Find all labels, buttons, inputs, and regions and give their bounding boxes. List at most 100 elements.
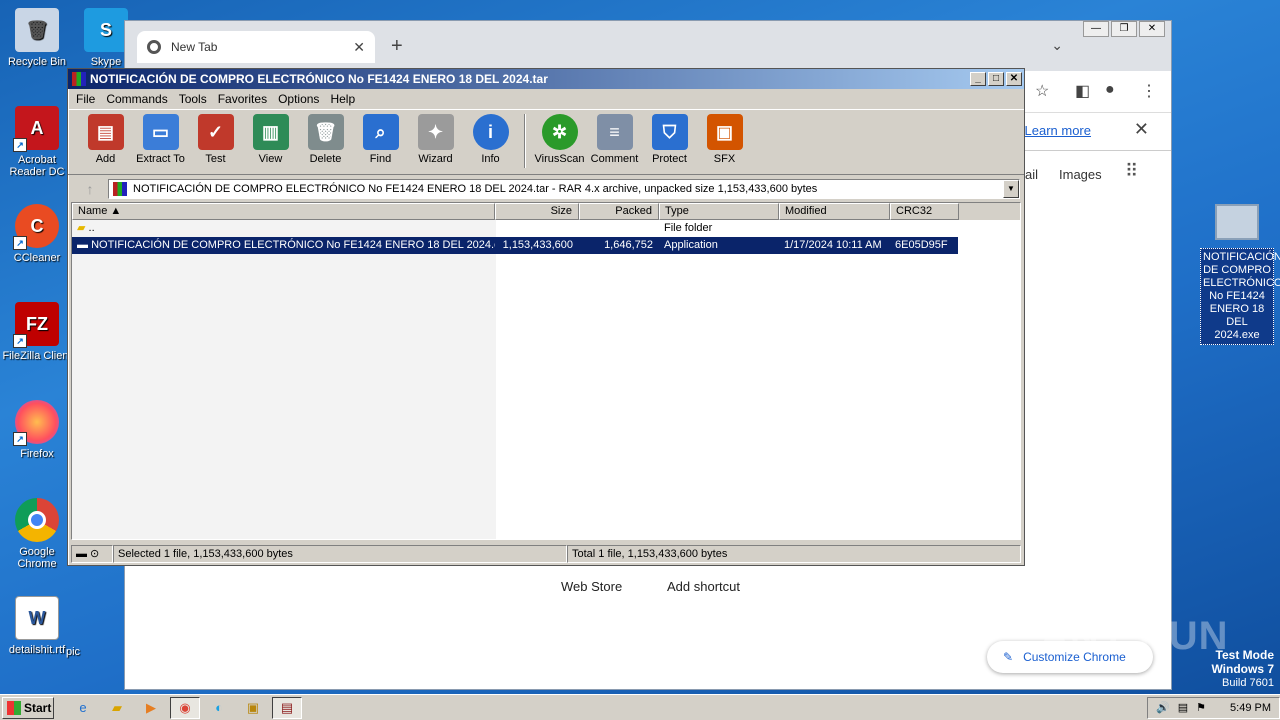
bookmark-star-icon[interactable]: ☆: [1035, 81, 1049, 101]
maximize-icon[interactable]: ❐: [1111, 21, 1137, 37]
button-label: Wizard: [418, 153, 453, 165]
chrome-tab-new-tab[interactable]: New Tab ✕: [137, 31, 375, 63]
winrar-title-bar[interactable]: NOTIFICACIÓN DE COMPRO ELECTRÓNICO No FE…: [68, 69, 1024, 89]
network-icon[interactable]: ▤: [1178, 701, 1188, 714]
desktop-icon-label: Firefox: [20, 448, 54, 460]
minimize-icon[interactable]: _: [970, 72, 986, 86]
column-modified[interactable]: Modified: [779, 203, 890, 220]
close-icon[interactable]: ✕: [1134, 119, 1149, 140]
menu-help[interactable]: Help: [326, 92, 362, 106]
web-store-shortcut[interactable]: Web Store: [561, 579, 622, 594]
desktop-icon-label: NOTIFICACIÓN DE COMPRO ELECTRÓNICO No FE…: [1200, 248, 1280, 345]
apps-grid-icon[interactable]: ⠿: [1125, 161, 1138, 182]
virusscan-button[interactable]: ✲ VirusScan: [532, 114, 587, 174]
view-book-icon: ▥: [252, 114, 289, 150]
winrar-window[interactable]: NOTIFICACIÓN DE COMPRO ELECTRÓNICO No FE…: [67, 68, 1025, 566]
packed-cell: 1,646,752: [604, 239, 653, 251]
media-player-icon[interactable]: ▶: [136, 697, 166, 719]
desktop-icon-label: Recycle Bin: [7, 56, 67, 68]
test-button[interactable]: ✓ Test: [188, 114, 243, 174]
desktop-icon-filezilla[interactable]: FZ ↗ FileZilla Client: [0, 302, 74, 362]
path-field[interactable]: NOTIFICACIÓN DE COMPRO ELECTRÓNICO No FE…: [108, 179, 1020, 199]
column-name[interactable]: Name ▲: [72, 203, 495, 220]
outlook-icon[interactable]: ▣: [238, 697, 268, 719]
desktop-icon-firefox[interactable]: ↗ Firefox: [0, 400, 74, 460]
desktop-icon-acrobat[interactable]: A ↗ Acrobat Reader DC: [0, 106, 74, 178]
chevron-down-icon[interactable]: ▼: [1003, 180, 1019, 198]
close-icon[interactable]: ✕: [1139, 21, 1165, 37]
flag-icon[interactable]: ⚑: [1196, 701, 1206, 714]
drive-icon[interactable]: ▬ ⊙: [71, 545, 113, 563]
ie-icon[interactable]: e: [68, 697, 98, 719]
button-label: Add: [95, 153, 116, 165]
filezilla-icon: FZ ↗: [13, 302, 59, 348]
explorer-folder-icon[interactable]: ▰: [102, 697, 132, 719]
desktop-icon-chrome[interactable]: Google Chrome: [0, 498, 74, 570]
column-crc32[interactable]: CRC32: [890, 203, 959, 220]
desktop-icon-ccleaner[interactable]: C ↗ CCleaner: [0, 204, 74, 264]
crc-cell: [890, 220, 959, 237]
gmail-link[interactable]: ail: [1025, 167, 1038, 182]
protect-button[interactable]: ⛉ Protect: [642, 114, 697, 174]
new-tab-icon[interactable]: +: [391, 35, 403, 58]
winrar-toolbar: ▤ Add ▭ Extract To ✓ Test ▥ View 🗑 Delete ⌕ Fi…: [68, 109, 1024, 175]
button-label: Delete: [309, 153, 342, 165]
desktop-icon-recycle-bin[interactable]: 🗑 Recycle Bin: [0, 8, 74, 68]
button-label: Comment: [590, 153, 639, 165]
learn-more-link[interactable]: Learn more: [1025, 123, 1091, 138]
close-icon[interactable]: ✕: [1006, 72, 1022, 86]
close-tab-icon[interactable]: ✕: [353, 39, 365, 56]
test-mode-text: Test Mode: [1215, 648, 1274, 662]
side-panel-icon[interactable]: ◧: [1075, 81, 1090, 101]
add-button[interactable]: ▤ Add: [78, 114, 133, 174]
images-link[interactable]: Images: [1059, 167, 1102, 182]
kebab-menu-icon[interactable]: ⋮: [1141, 81, 1157, 101]
test-clipboard-icon: ✓: [197, 114, 234, 150]
extract-to-button[interactable]: ▭ Extract To: [133, 114, 188, 174]
maximize-icon[interactable]: □: [988, 72, 1004, 86]
up-arrow-icon[interactable]: ↑: [72, 181, 108, 197]
menu-tools[interactable]: Tools: [175, 92, 214, 106]
chrome-taskbar-icon[interactable]: ◉: [170, 696, 200, 719]
column-packed[interactable]: Packed: [579, 203, 659, 220]
shortcut-arrow-icon: ↗: [13, 138, 27, 152]
wizard-button[interactable]: ✦ Wizard: [408, 114, 463, 174]
os-text: Windows 7: [1211, 662, 1274, 676]
info-button[interactable]: i Info: [463, 114, 518, 174]
ccleaner-icon: C ↗: [13, 204, 59, 250]
volume-icon[interactable]: 🔊: [1156, 701, 1170, 714]
clock[interactable]: 5:49 PM: [1230, 702, 1271, 714]
menu-file[interactable]: File: [72, 92, 102, 106]
menu-favorites[interactable]: Favorites: [214, 92, 274, 106]
windows-logo-icon: [7, 700, 21, 715]
desktop-icon-label: FileZilla Client: [2, 350, 72, 362]
edge-icon[interactable]: ◐: [204, 697, 234, 719]
button-label: Extract To: [136, 153, 185, 165]
minimize-icon[interactable]: —: [1083, 21, 1109, 37]
file-list[interactable]: Name ▲ Size Packed Type Modified CRC32 ▰…: [71, 202, 1021, 540]
desktop-icon-exe[interactable]: NOTIFICACIÓN DE COMPRO ELECTRÓNICO No FE…: [1200, 204, 1280, 345]
name-cell: ▬ NOTIFICACIÓN DE COMPRO ELECTRÓNICO No …: [72, 237, 495, 254]
column-size[interactable]: Size: [495, 203, 579, 220]
menu-options[interactable]: Options: [274, 92, 326, 106]
table-row-parent[interactable]: ▰ .. File folder: [72, 220, 1020, 237]
add-shortcut-button[interactable]: Add shortcut: [667, 579, 740, 594]
chevron-down-icon[interactable]: ⌄: [1051, 37, 1063, 54]
delete-button[interactable]: 🗑 Delete: [298, 114, 353, 174]
start-button[interactable]: Start: [2, 696, 54, 719]
winrar-taskbar-icon[interactable]: ▤: [272, 696, 302, 719]
desktop-icon-detailshit[interactable]: W detailshit.rtf: [0, 596, 74, 656]
sfx-button[interactable]: ▣ SFX: [697, 114, 752, 174]
crc-cell: 6E05D95F: [895, 239, 948, 251]
view-button[interactable]: ▥ View: [243, 114, 298, 174]
button-label: Find: [369, 153, 392, 165]
find-button[interactable]: ⌕ Find: [353, 114, 408, 174]
size-cell: [495, 220, 579, 237]
menu-commands[interactable]: Commands: [102, 92, 174, 106]
desktop-icon-pic[interactable]: pic: [66, 630, 106, 658]
button-label: VirusScan: [534, 153, 585, 165]
comment-button[interactable]: ≡ Comment: [587, 114, 642, 174]
profile-icon[interactable]: ●: [1105, 81, 1115, 99]
column-type[interactable]: Type: [659, 203, 779, 220]
table-row-exe[interactable]: ▬ NOTIFICACIÓN DE COMPRO ELECTRÓNICO No …: [72, 237, 958, 254]
